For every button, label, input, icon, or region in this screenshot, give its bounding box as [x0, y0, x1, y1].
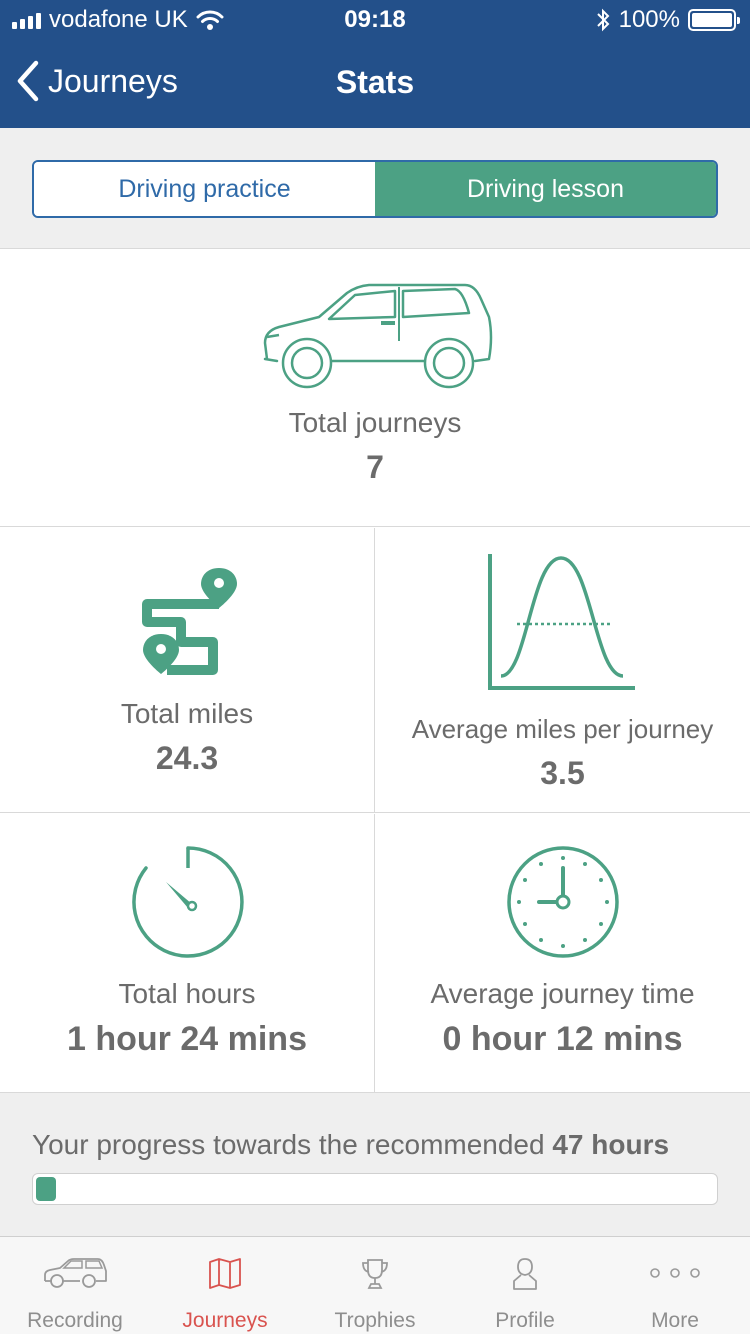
average-time-panel: Average journey time 0 hour 12 mins	[375, 814, 750, 1092]
segment-driving-lesson[interactable]: Driving lesson	[375, 162, 716, 216]
tab-profile[interactable]: Profile	[450, 1237, 600, 1334]
nav-bar: Journeys Stats	[0, 40, 750, 128]
person-icon	[513, 1258, 537, 1290]
average-miles-value: 3.5	[540, 755, 585, 791]
map-icon	[209, 1258, 241, 1289]
tab-label: Profile	[495, 1309, 555, 1332]
total-journeys-panel: Total journeys 7	[0, 249, 750, 527]
total-journeys-label: Total journeys	[288, 407, 462, 438]
tab-label: Trophies	[334, 1309, 416, 1332]
bell-curve-icon	[488, 554, 635, 690]
total-hours-value: 1 hour 24 mins	[67, 1020, 307, 1058]
clock-icon	[507, 846, 619, 958]
total-journeys-value: 7	[366, 449, 384, 485]
average-miles-label: Average miles per journey	[411, 714, 714, 744]
trophy-icon	[362, 1259, 388, 1289]
total-hours-panel: Total hours 1 hour 24 mins	[0, 814, 375, 1092]
status-bar: vodafone UK 09:18 100%	[0, 0, 750, 40]
progress-target: 47 hours	[552, 1129, 670, 1160]
tab-label: Recording	[27, 1309, 123, 1332]
total-miles-value: 24.3	[155, 740, 219, 776]
segment-driving-practice[interactable]: Driving practice	[34, 162, 375, 216]
tab-journeys[interactable]: Journeys	[150, 1237, 300, 1334]
page-title: Stats	[335, 64, 415, 100]
average-time-value: 0 hour 12 mins	[442, 1020, 683, 1058]
bluetooth-icon	[596, 8, 610, 32]
status-right: 100%	[595, 6, 740, 34]
average-time-label: Average journey time	[430, 978, 695, 1009]
progress-label: Your progress towards the recommended	[32, 1129, 545, 1160]
progress-section: Your progress towards the recommended 47…	[0, 1092, 750, 1236]
tab-more[interactable]: More	[600, 1237, 750, 1334]
battery-percent: 100%	[618, 6, 680, 33]
segment-area: Driving practice Driving lesson	[0, 128, 750, 249]
mode-segmented-control: Driving practice Driving lesson	[32, 160, 718, 218]
total-miles-label: Total miles	[120, 698, 254, 729]
tab-label: More	[651, 1309, 699, 1332]
tab-recording[interactable]: Recording	[0, 1237, 150, 1334]
stopwatch-icon	[132, 846, 244, 958]
total-hours-label: Total hours	[118, 978, 256, 1009]
average-miles-panel: Average miles per journey 3.5	[375, 528, 750, 813]
car-icon	[263, 283, 493, 389]
progress-bar-fill	[36, 1177, 56, 1201]
progress-bar	[32, 1173, 718, 1205]
tab-bar: Recording Journeys Trophies Profile More	[0, 1236, 750, 1334]
tab-trophies[interactable]: Trophies	[300, 1237, 450, 1334]
route-icon	[142, 568, 237, 675]
total-miles-panel: Total miles 24.3	[0, 528, 375, 813]
progress-text: Your progress towards the recommended 47…	[32, 1129, 669, 1161]
car-icon	[44, 1258, 107, 1288]
more-icon	[650, 1268, 700, 1278]
tab-label: Journeys	[182, 1309, 268, 1332]
battery-icon	[688, 9, 740, 31]
